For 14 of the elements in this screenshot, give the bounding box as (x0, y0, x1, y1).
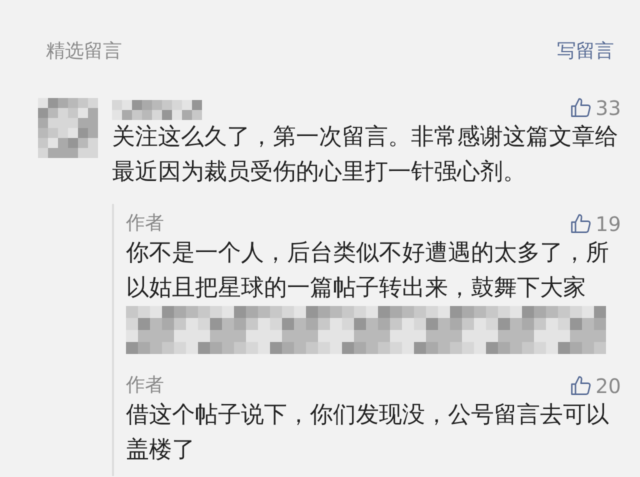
reply-text: 借这个帖子说下，你们发现没，公号留言去可以盖楼了 (126, 401, 610, 465)
avatar (38, 98, 98, 158)
like-count: 33 (596, 96, 621, 120)
reply-author: 作者 (126, 373, 164, 398)
thumbs-up-icon (570, 375, 592, 397)
write-comment-link[interactable]: 写留言 (557, 38, 614, 64)
like-count: 20 (596, 374, 621, 398)
thumbs-up-icon (570, 97, 592, 119)
reply-text: 你不是一个人，后台类似不好遭遇的太多了，所以姑且把星球的一篇帖子转出来，鼓舞下大家 (126, 239, 610, 303)
section-title: 精选留言 (46, 39, 122, 64)
like-count: 19 (596, 212, 621, 236)
comment-text: 关注这么久了，第一次留言。非常感谢这篇文章给最近因为裁员受伤的心里打一针强心剂。 (112, 123, 619, 187)
thumbs-up-icon (570, 213, 592, 235)
reply-author: 作者 (126, 211, 164, 236)
